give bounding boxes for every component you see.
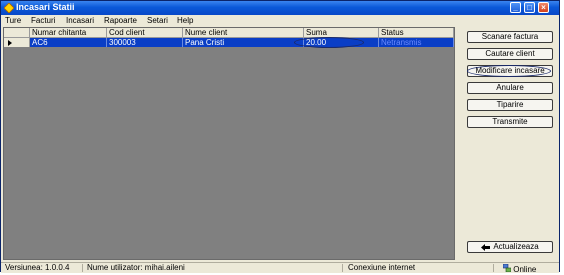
column-header-nume[interactable]: Nume client <box>183 28 304 38</box>
cell-suma[interactable]: 20.00 <box>304 38 379 47</box>
title-bar[interactable]: Incasari Statii _ □ × <box>1 1 559 15</box>
cell-nume[interactable]: Pana Cristi <box>183 38 304 47</box>
close-icon: × <box>541 3 546 12</box>
maximize-button[interactable]: □ <box>524 2 535 13</box>
receipts-grid[interactable]: Numar chitanta Cod client Nume client Su… <box>3 27 455 260</box>
column-header-status[interactable]: Status <box>379 28 454 38</box>
minimize-icon: _ <box>513 3 518 12</box>
close-button[interactable]: × <box>538 2 549 13</box>
refresh-label: Actualizeaza <box>493 242 539 251</box>
column-header-cod[interactable]: Cod client <box>107 28 183 38</box>
transmit-button[interactable]: Transmite <box>467 116 553 128</box>
online-label: Online <box>513 265 537 274</box>
cell-cod[interactable]: 300003 <box>107 38 183 47</box>
status-bar: Versiunea: 1.0.0.4 Nume utilizator: miha… <box>1 262 559 274</box>
app-icon <box>4 3 14 13</box>
cell-numar[interactable]: AC6 <box>30 38 107 47</box>
status-online: Online <box>497 264 557 274</box>
menu-incasari[interactable]: Incasari <box>66 16 94 25</box>
refresh-arrow-icon <box>481 243 491 251</box>
minimize-button[interactable]: _ <box>510 2 521 13</box>
scan-invoice-button[interactable]: Scanare factura <box>467 31 553 43</box>
row-indicator[interactable] <box>4 38 30 47</box>
maximize-icon: □ <box>527 3 532 12</box>
modify-receipt-button[interactable]: Modificare incasare <box>467 65 553 77</box>
menu-setari[interactable]: Setari <box>147 16 168 25</box>
current-row-arrow-icon <box>8 40 12 46</box>
main-window: Incasari Statii _ □ × Ture Facturi Incas… <box>0 0 560 274</box>
search-client-button[interactable]: Cautare client <box>467 48 553 60</box>
status-user: Nume utilizator: mihai.aileni <box>85 264 343 272</box>
column-header-suma[interactable]: Suma <box>304 28 379 38</box>
menu-facturi[interactable]: Facturi <box>31 16 55 25</box>
print-button[interactable]: Tiparire <box>467 99 553 111</box>
menu-help[interactable]: Help <box>177 16 193 25</box>
status-connection: Conexiune internet <box>346 264 494 272</box>
menu-ture[interactable]: Ture <box>5 16 21 25</box>
window-title: Incasari Statii <box>16 2 75 12</box>
network-icon <box>503 264 511 272</box>
cancel-button[interactable]: Anulare <box>467 82 553 94</box>
menu-bar: Ture Facturi Incasari Rapoarte Setari He… <box>1 15 559 26</box>
refresh-button[interactable]: Actualizeaza <box>467 241 553 253</box>
grid-corner-header <box>4 28 30 38</box>
column-header-numar[interactable]: Numar chitanta <box>30 28 107 38</box>
status-version: Versiunea: 1.0.0.4 <box>3 264 83 272</box>
menu-rapoarte[interactable]: Rapoarte <box>104 16 137 25</box>
cell-status[interactable]: Netransmis <box>379 38 454 47</box>
